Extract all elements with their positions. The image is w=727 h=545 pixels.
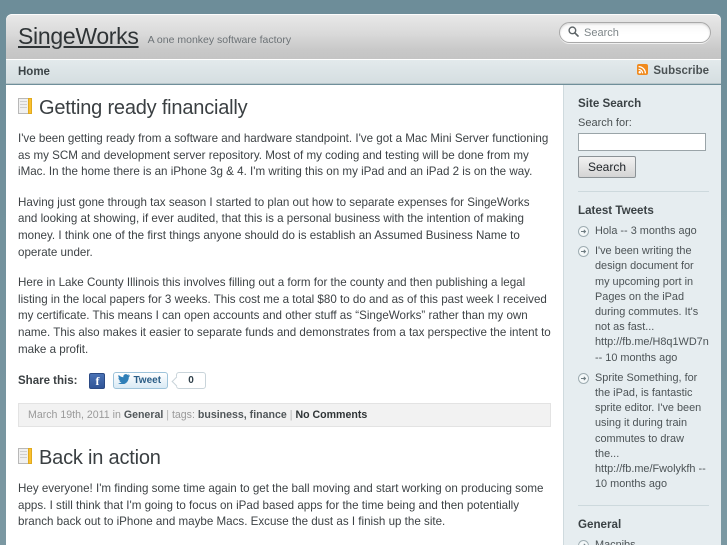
tweet-count-bubble[interactable]: 0 — [176, 372, 207, 390]
widget-divider — [578, 191, 709, 192]
list-item[interactable]: Macnibs — [578, 538, 709, 545]
arrow-bullet-icon — [578, 372, 589, 389]
facebook-share-button[interactable]: f — [89, 372, 106, 389]
general-link: Macnibs — [595, 539, 636, 545]
post-meta-bar: March 19th, 2011 in General | tags: busi… — [18, 403, 551, 428]
share-label: Share this: — [18, 374, 78, 387]
share-row: Share this: f Tweet 0 — [18, 372, 551, 390]
sidebar-search-field[interactable] — [578, 133, 706, 152]
document-icon — [18, 97, 32, 120]
rss-icon — [637, 64, 649, 78]
arrow-bullet-icon — [578, 540, 589, 545]
arrow-bullet-icon — [578, 246, 589, 262]
widget-latest-tweets: Latest Tweets Hola -- 3 months ago I've … — [578, 204, 709, 492]
search-icon — [568, 24, 579, 42]
tweet-text: Hola -- 3 months ago — [595, 225, 697, 237]
subscribe-label: Subscribe — [653, 65, 709, 77]
widget-title: General — [578, 518, 622, 532]
widget-site-search: Site Search Search for: Search — [578, 97, 709, 178]
list-item[interactable]: I've been writing the design document fo… — [578, 244, 709, 366]
arrow-bullet-icon — [578, 226, 589, 242]
post-entry: Back in action Hey everyone! I'm finding… — [18, 447, 551, 545]
main-navbar: Home Subscribe — [6, 59, 721, 84]
post-date: March 19th, 2011 — [28, 409, 110, 422]
post-tags[interactable]: business, finance — [198, 409, 287, 421]
site-tagline: A one monkey software factory — [147, 33, 292, 46]
twitter-bird-icon — [118, 374, 131, 387]
site-masthead: SingeWorks A one monkey software factory — [6, 14, 721, 59]
list-item[interactable]: Hola -- 3 months ago — [578, 224, 709, 239]
post-title-link[interactable]: Getting ready financially — [39, 97, 248, 120]
post-entry: Getting ready financially I've been gett… — [18, 97, 551, 428]
widget-title: Latest Tweets — [578, 204, 654, 217]
body-columns: Getting ready financially I've been gett… — [6, 85, 721, 545]
post-category-link[interactable]: General — [124, 409, 163, 421]
main-content: Getting ready financially I've been gett… — [6, 85, 563, 545]
tweet-button[interactable]: Tweet — [113, 372, 169, 390]
post-title-link[interactable]: Back in action — [39, 447, 161, 470]
post-title-row: Getting ready financially — [18, 97, 551, 120]
post-paragraph: Having just gone through tax season I st… — [18, 195, 530, 259]
widget-general: General Macnibs — [578, 518, 709, 545]
tweet-text: I've been writing the design document fo… — [595, 245, 709, 364]
post-title-row: Back in action — [18, 447, 551, 470]
sidebar-search-input[interactable] — [579, 136, 705, 152]
post-paragraph: Hey everyone! I'm finding some time agai… — [18, 482, 544, 529]
post-paragraph: Here in Lake County Illinois this involv… — [18, 276, 551, 356]
sidebar-search-label: Search for: — [578, 117, 632, 129]
header-search-box[interactable] — [559, 22, 711, 43]
post-in-word: in — [112, 409, 121, 422]
tweet-list: Hola -- 3 months ago I've been writing t… — [578, 224, 709, 492]
subscribe-link[interactable]: Subscribe — [637, 64, 709, 78]
page-root: SingeWorks A one monkey software factory… — [0, 0, 727, 545]
post-paragraph: I've been getting ready from a software … — [18, 132, 549, 179]
sidebar-search-button[interactable]: Search — [578, 156, 637, 178]
header-search-input[interactable] — [584, 26, 696, 39]
post-comments-link[interactable]: No Comments — [295, 409, 367, 421]
general-list: Macnibs — [578, 538, 709, 545]
document-icon — [18, 447, 32, 470]
sidebar: Site Search Search for: Search Latest Tw… — [563, 85, 721, 545]
tweet-button-label: Tweet — [133, 375, 162, 387]
list-item[interactable]: Sprite Something, for the iPad, is fanta… — [578, 371, 709, 493]
post-tags-word: tags: — [171, 409, 195, 422]
widget-title: Site Search — [578, 97, 642, 110]
tweet-text: Sprite Something, for the iPad, is fanta… — [595, 371, 706, 491]
widget-divider — [578, 505, 709, 507]
site-title[interactable]: SingeWorks — [18, 25, 139, 48]
nav-item-home[interactable]: Home — [18, 66, 50, 78]
